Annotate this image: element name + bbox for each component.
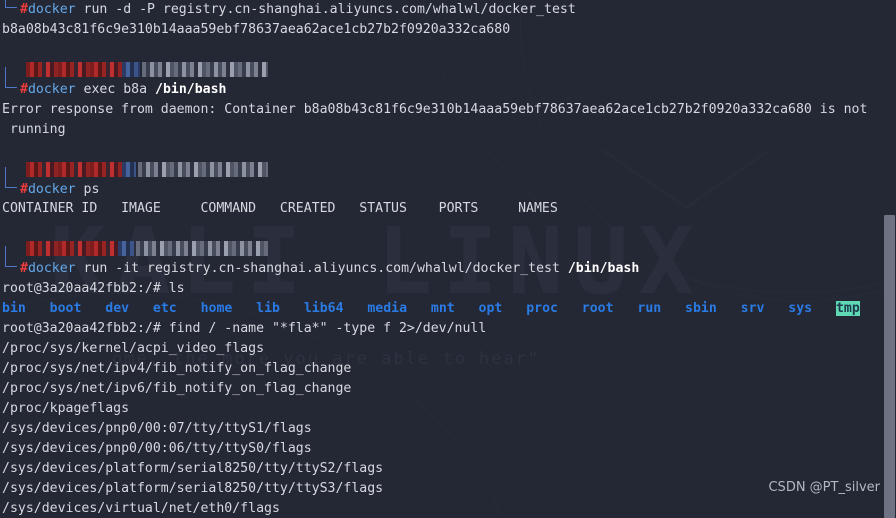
scrollbar-thumb[interactable] bbox=[884, 215, 895, 518]
ls-column-gap bbox=[177, 301, 201, 316]
prompt-elbow bbox=[5, 246, 17, 268]
prompt-elbow bbox=[5, 66, 17, 88]
find-result-path: /proc/sys/net/ipv6/fib_notify_on_flag_ch… bbox=[2, 381, 352, 397]
shell-command: find / -name "*fla*" -type f 2>/dev/null bbox=[168, 321, 487, 337]
ls-output-row: bin boot dev etc home lib lib64 media mn… bbox=[2, 299, 896, 319]
ls-column-gap bbox=[280, 301, 304, 316]
terminal-window[interactable]: KALI LINUX ome, the more you are able to… bbox=[0, 0, 896, 518]
vertical-scrollbar[interactable] bbox=[883, 0, 896, 518]
command-name: docker bbox=[27, 81, 76, 97]
ls-column-gap bbox=[614, 301, 638, 316]
ls-entry-dev: dev bbox=[105, 301, 130, 317]
ls-column-gap bbox=[129, 301, 153, 316]
ls-entry-mnt: mnt bbox=[430, 301, 455, 317]
command-bold-tail: /bin/bash bbox=[155, 81, 227, 97]
ls-column-gap bbox=[717, 301, 741, 316]
censored-prompt-row bbox=[2, 60, 892, 80]
prompt-elbow bbox=[5, 0, 17, 8]
find-result-path: /proc/sys/kernel/acpi_video_flags bbox=[2, 341, 265, 357]
find-result-path: /sys/devices/platform/serial8250/tty/tty… bbox=[2, 460, 384, 476]
ls-entry-srv: srv bbox=[740, 301, 765, 317]
shell-command: ls bbox=[168, 281, 185, 297]
container-prompt-ls: root@3a20aa42fbb2:/# ls bbox=[2, 279, 892, 299]
censored-prompt-row bbox=[2, 239, 892, 259]
ls-entry-etc: etc bbox=[152, 301, 177, 317]
ls-entry-home: home bbox=[200, 301, 233, 317]
find-result-path: /sys/devices/platform/serial8250/tty/tty… bbox=[2, 480, 384, 496]
ls-column-gap bbox=[812, 301, 836, 316]
ls-entry-sys: sys bbox=[788, 301, 813, 317]
ls-entry-media: media bbox=[367, 301, 408, 317]
docker-ps-table-header: CONTAINER ID IMAGE COMMAND CREATED STATU… bbox=[2, 201, 558, 217]
command-name: docker bbox=[27, 261, 76, 277]
command-name: docker bbox=[27, 2, 76, 17]
ls-column-gap bbox=[81, 301, 105, 316]
terminal-screen[interactable]: #docker run -d -P registry.cn-shanghai.a… bbox=[0, 0, 896, 518]
ls-column-gap bbox=[502, 301, 526, 316]
ls-entry-boot: boot bbox=[49, 301, 82, 317]
command-name: docker bbox=[27, 181, 76, 197]
command-args: ps bbox=[75, 181, 100, 197]
find-result-path: /sys/devices/virtual/net/eth0/flags bbox=[2, 500, 280, 516]
ls-entry-lib64: lib64 bbox=[303, 301, 344, 317]
prompt-elbow bbox=[5, 166, 17, 188]
censored-prompt-row bbox=[2, 160, 892, 180]
find-output-list: /proc/sys/kernel/acpi_video_flags/proc/s… bbox=[2, 339, 892, 518]
prompt-line-docker-ps: #docker ps bbox=[2, 166, 892, 200]
ls-entry-proc: proc bbox=[526, 301, 558, 317]
command-args: run -d -P registry.cn-shanghai.aliyuncs.… bbox=[75, 2, 576, 17]
container-id-output: b8a08b43c81f6c9e310b14aaa59ebf78637aea62… bbox=[2, 21, 511, 37]
ls-column-gap bbox=[344, 301, 368, 316]
ls-column-gap bbox=[407, 301, 431, 316]
command-args: run -it registry.cn-shanghai.aliyuncs.co… bbox=[75, 261, 568, 277]
command-args: exec b8a bbox=[75, 81, 155, 97]
find-result-path: /sys/devices/pnp0/00:06/tty/ttyS0/flags bbox=[2, 440, 312, 456]
error-output-line-2: running bbox=[2, 121, 66, 137]
prompt-line-docker-run-d: #docker run -d -P registry.cn-shanghai.a… bbox=[2, 0, 892, 20]
ls-entry-run: run bbox=[637, 301, 662, 317]
ls-column-gap bbox=[232, 301, 256, 316]
ls-column-gap bbox=[558, 301, 582, 316]
container-prompt-find: root@3a20aa42fbb2:/# find / -name "*fla*… bbox=[2, 319, 892, 339]
prompt-line-docker-exec: #docker exec b8a /bin/bash bbox=[2, 66, 892, 100]
csdn-watermark: CSDN @PT_silver bbox=[768, 480, 880, 496]
ls-entry-sbin: sbin bbox=[685, 301, 717, 317]
ls-entry-tmp: tmp bbox=[835, 301, 860, 317]
ls-entry-opt: opt bbox=[478, 301, 503, 317]
ls-column-gap bbox=[455, 301, 479, 316]
prompt-line-docker-run-it: #docker run -it registry.cn-shanghai.ali… bbox=[2, 246, 892, 279]
command-bold-tail: /bin/bash bbox=[567, 261, 640, 277]
find-result-path: /sys/devices/pnp0/00:07/tty/ttyS1/flags bbox=[2, 420, 312, 436]
ls-column-gap bbox=[860, 301, 884, 316]
find-result-path: /proc/kpageflags bbox=[2, 400, 130, 416]
error-output-line-1: Error response from daemon: Container b8… bbox=[2, 101, 868, 117]
ls-column-gap bbox=[661, 301, 685, 316]
ls-entry-root: root bbox=[581, 301, 614, 317]
ls-entry-lib: lib bbox=[256, 301, 280, 317]
find-result-path: /proc/sys/net/ipv4/fib_notify_on_flag_ch… bbox=[2, 361, 352, 377]
ls-column-gap bbox=[764, 301, 788, 316]
